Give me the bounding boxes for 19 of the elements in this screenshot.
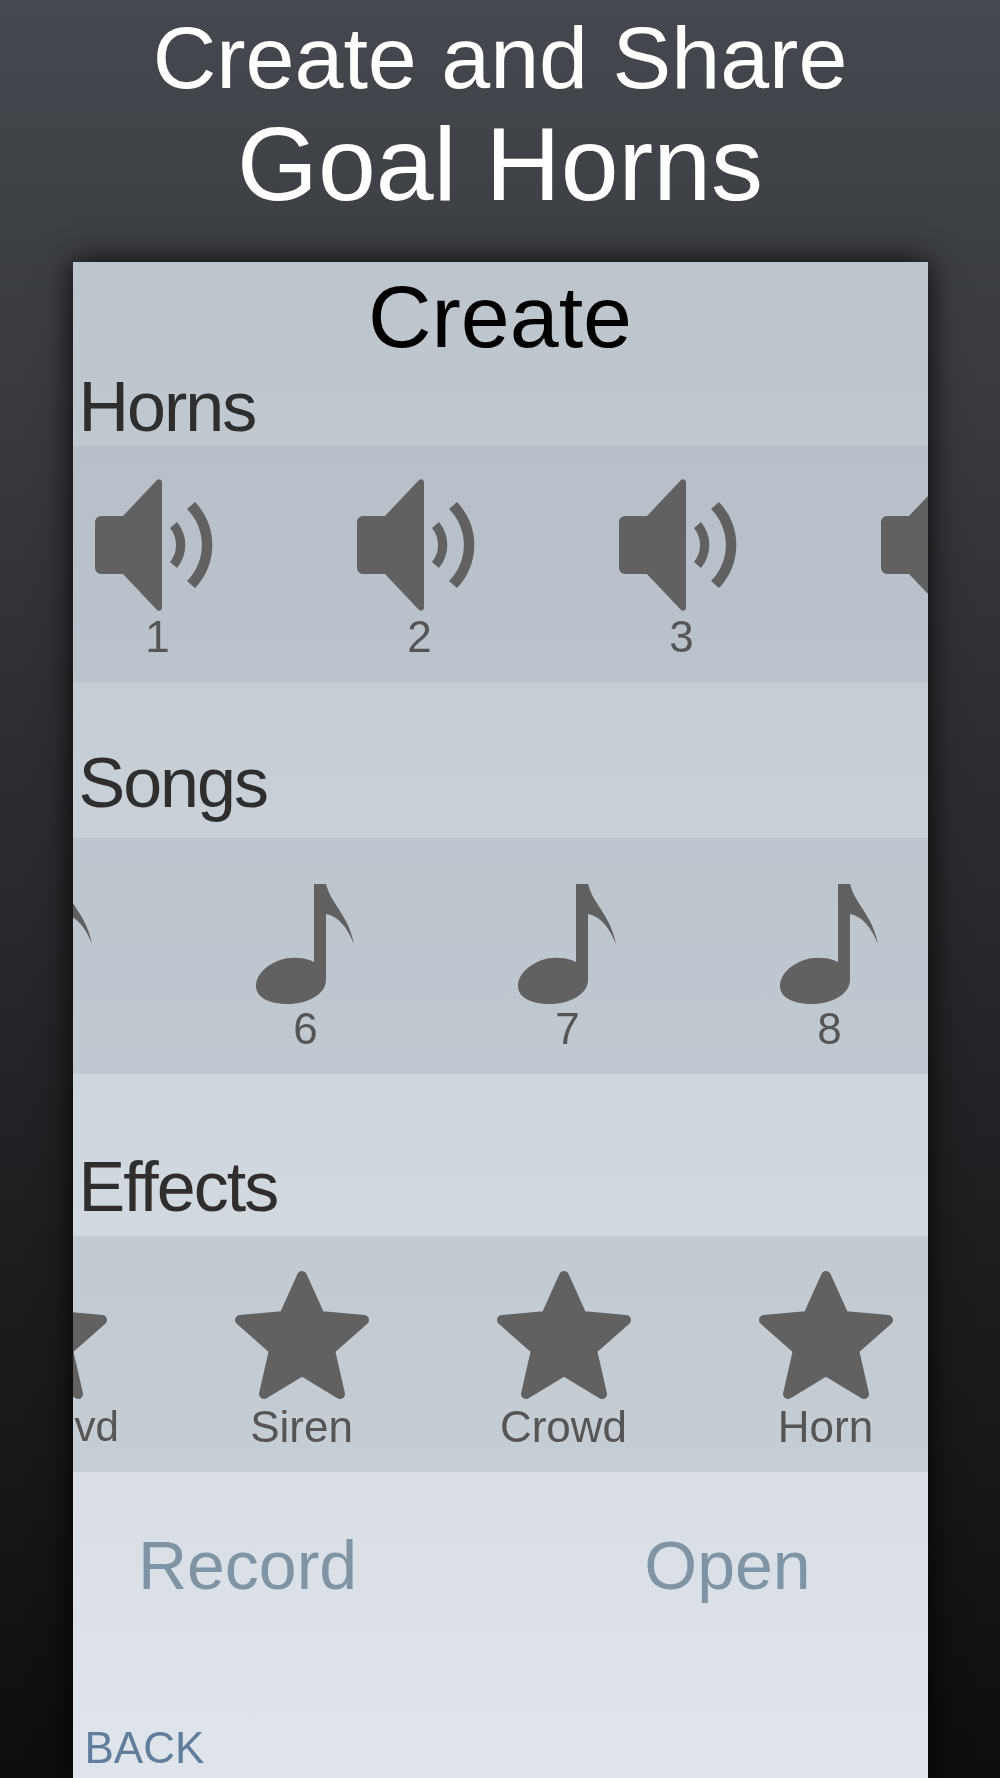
item-label: Horn xyxy=(777,1402,874,1452)
section-heading: Songs xyxy=(78,744,267,822)
headline: Goal Horns xyxy=(237,108,763,220)
action-button[interactable]: Open xyxy=(644,1525,811,1605)
item-label: 1 xyxy=(145,612,170,662)
item-label: Crowd xyxy=(499,1402,628,1452)
headline: Create and Share xyxy=(152,8,848,108)
action-button[interactable]: Record xyxy=(137,1525,358,1605)
item-label: vd xyxy=(74,1402,119,1452)
back-button[interactable]: BACK xyxy=(84,1724,205,1772)
item-label: 2 xyxy=(407,612,432,662)
screen-title: Create xyxy=(367,266,633,368)
item-label: 7 xyxy=(555,1004,580,1054)
item-label: 6 xyxy=(293,1004,318,1054)
item-label: 3 xyxy=(669,612,694,662)
item-label: 8 xyxy=(817,1004,842,1054)
item-label: Siren xyxy=(250,1402,353,1452)
section-heading: Horns xyxy=(78,368,256,446)
section-heading: Effects xyxy=(78,1148,278,1226)
